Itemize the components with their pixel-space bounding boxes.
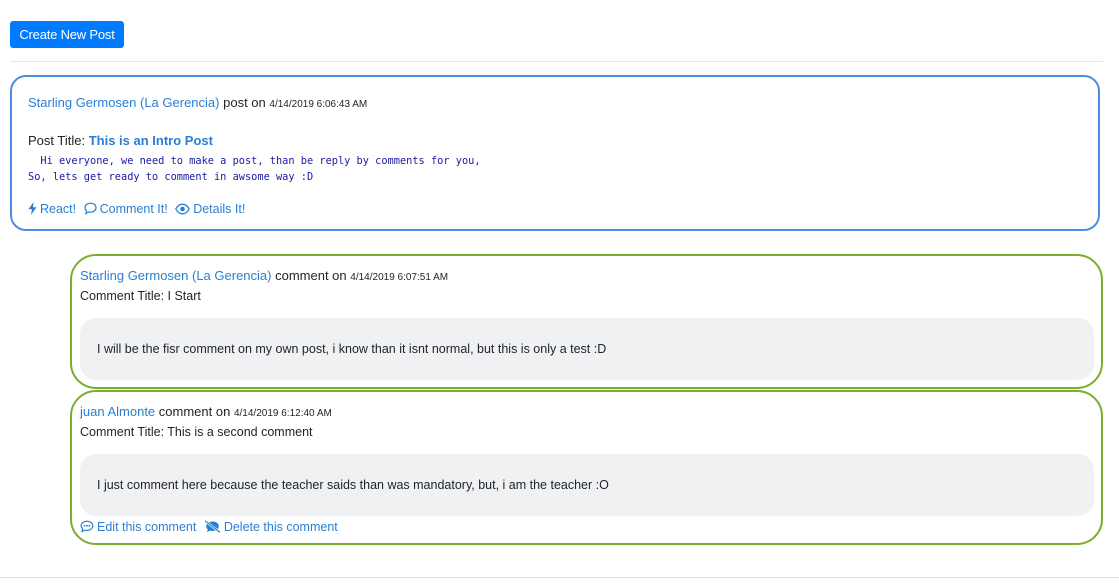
- comment-body-text: I will be the fisr comment on my own pos…: [97, 342, 607, 356]
- comment-body: I will be the fisr comment on my own pos…: [80, 318, 1094, 380]
- comment-author-link[interactable]: juan Almonte: [80, 404, 155, 419]
- comment-date: 4/14/2019 6:12:40 AM: [233, 408, 332, 419]
- comment-meta: Starling Germosen (La Gerencia) comment …: [80, 268, 448, 283]
- comment-title: Comment Title: This is a second comment: [80, 425, 313, 439]
- comment-body-text: I just comment here because the teacher …: [97, 478, 609, 492]
- post-verb: post on: [223, 95, 266, 110]
- post-date: 4/14/2019 6:06:43 AM: [269, 99, 368, 110]
- bolt-icon: [28, 202, 37, 218]
- details-it-button[interactable]: Details It!: [175, 202, 245, 216]
- comment-card: juan Almonte comment on 4/14/2019 6:12:4…: [70, 390, 1103, 545]
- post-card: Starling Germosen (La Gerencia) post on …: [10, 75, 1100, 231]
- create-new-post-button[interactable]: Create New Post: [10, 21, 124, 48]
- comment-date: 4/14/2019 6:07:51 AM: [350, 272, 449, 283]
- divider: [0, 577, 1119, 578]
- post-actions: React! Comment It! Details It!: [28, 202, 249, 218]
- post-meta: Starling Germosen (La Gerencia) post on …: [28, 95, 367, 110]
- react-label: React!: [40, 202, 77, 216]
- comment-verb: comment on: [158, 404, 231, 419]
- edit-comment-label: Edit this comment: [97, 520, 197, 534]
- comment-author-link[interactable]: Starling Germosen (La Gerencia): [80, 268, 271, 283]
- post-author-link[interactable]: Starling Germosen (La Gerencia): [28, 95, 219, 110]
- comment-bubble-icon: [84, 202, 97, 218]
- post-title-label: Post Title:: [28, 133, 86, 148]
- react-button[interactable]: React!: [28, 202, 80, 216]
- divider: [10, 61, 1103, 62]
- edit-comment-button[interactable]: Edit this comment: [80, 520, 200, 534]
- comment-verb: comment on: [275, 268, 347, 283]
- post-title-line: Post Title: This is an Intro Post: [28, 133, 213, 148]
- comment-actions: Edit this comment Delete this comment: [80, 519, 342, 536]
- comment-title: Comment Title: I Start: [80, 289, 201, 303]
- comment-body: I just comment here because the teacher …: [80, 454, 1094, 516]
- comment-it-label: Comment It!: [99, 202, 168, 216]
- post-body: Hi everyone, we need to make a post, tha…: [28, 155, 481, 183]
- delete-comment-button[interactable]: Delete this comment: [204, 519, 338, 536]
- details-it-label: Details It!: [193, 202, 246, 216]
- delete-comment-label: Delete this comment: [223, 520, 338, 534]
- eye-icon: [175, 203, 191, 218]
- comment-meta: juan Almonte comment on 4/14/2019 6:12:4…: [80, 404, 332, 419]
- post-title[interactable]: This is an Intro Post: [89, 133, 213, 148]
- comment-card: Starling Germosen (La Gerencia) comment …: [70, 254, 1103, 389]
- comment-it-button[interactable]: Comment It!: [84, 202, 172, 216]
- comment-slash-icon: [204, 519, 221, 536]
- chat-dots-icon: [80, 520, 94, 536]
